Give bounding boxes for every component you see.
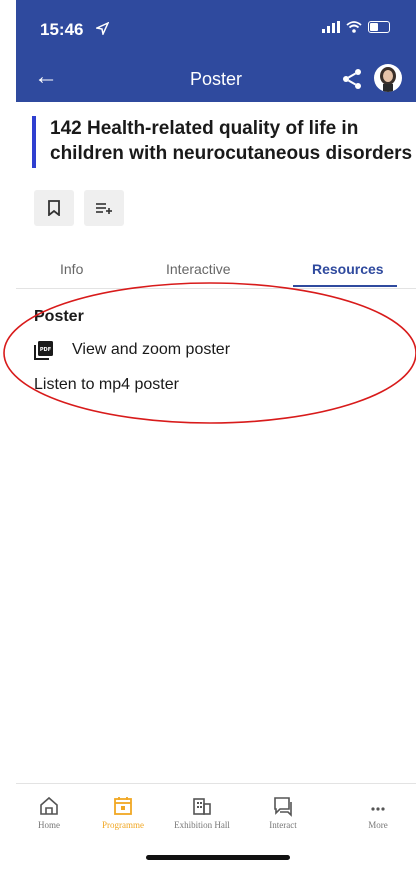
active-tab-indicator: [293, 285, 397, 287]
svg-text:PDF: PDF: [40, 347, 51, 353]
nav-programme[interactable]: Programme: [78, 794, 168, 830]
building-icon: [193, 798, 211, 815]
user-photo-icon: [380, 67, 396, 92]
tab-bar: Info Interactive Resources: [16, 252, 416, 289]
app-header: ← Poster: [16, 56, 416, 102]
home-indicator: [146, 855, 290, 860]
listen-mp4-label: Listen to mp4 poster: [34, 376, 179, 393]
nav-exhibition-hall-label: Exhibition Hall: [174, 820, 230, 830]
nav-exhibition-hall[interactable]: Exhibition Hall: [157, 794, 247, 830]
nav-interact[interactable]: Interact: [238, 794, 328, 830]
wifi-icon: [346, 21, 362, 33]
bookmark-button[interactable]: [34, 190, 74, 226]
phone-screen: 15:46 ← Poster 142 Health-related qualit…: [16, 0, 416, 869]
status-time: 15:46: [40, 20, 84, 39]
tab-info[interactable]: Info: [60, 261, 83, 277]
tab-resources[interactable]: Resources: [312, 261, 384, 277]
avatar[interactable]: [374, 64, 402, 92]
poster-title-line1: 142 Health-related quality of life in: [50, 118, 359, 139]
share-icon[interactable]: [340, 67, 364, 91]
playlist-add-icon: [96, 203, 112, 214]
signal-icon: [322, 21, 340, 33]
bookmark-icon: [48, 200, 60, 216]
nav-interact-label: Interact: [269, 820, 297, 830]
location-icon: [96, 22, 109, 35]
view-poster-link[interactable]: PDF View and zoom poster: [34, 340, 230, 360]
poster-title-block: 142 Health-related quality of life in ch…: [32, 116, 416, 168]
calendar-icon: [114, 797, 132, 815]
battery-icon: [368, 21, 390, 33]
tab-interactive[interactable]: Interactive: [166, 261, 231, 277]
add-to-playlist-button[interactable]: [84, 190, 124, 226]
status-bar: 15:46: [16, 0, 416, 56]
poster-title-line2: children with neurocutaneous disorders: [50, 143, 413, 164]
chat-icon: [274, 797, 292, 817]
listen-mp4-link[interactable]: Listen to mp4 poster: [34, 376, 179, 394]
view-poster-label: View and zoom poster: [72, 341, 231, 358]
screenshot-margin: [0, 0, 16, 869]
pdf-icon: PDF: [34, 341, 53, 360]
home-icon: [40, 796, 58, 815]
nav-programme-label: Programme: [102, 820, 144, 830]
nav-more[interactable]: More: [333, 794, 416, 830]
nav-more-label: More: [368, 820, 388, 830]
section-title: Poster: [34, 308, 84, 325]
status-icons: [322, 21, 390, 33]
more-icon: [371, 807, 385, 811]
